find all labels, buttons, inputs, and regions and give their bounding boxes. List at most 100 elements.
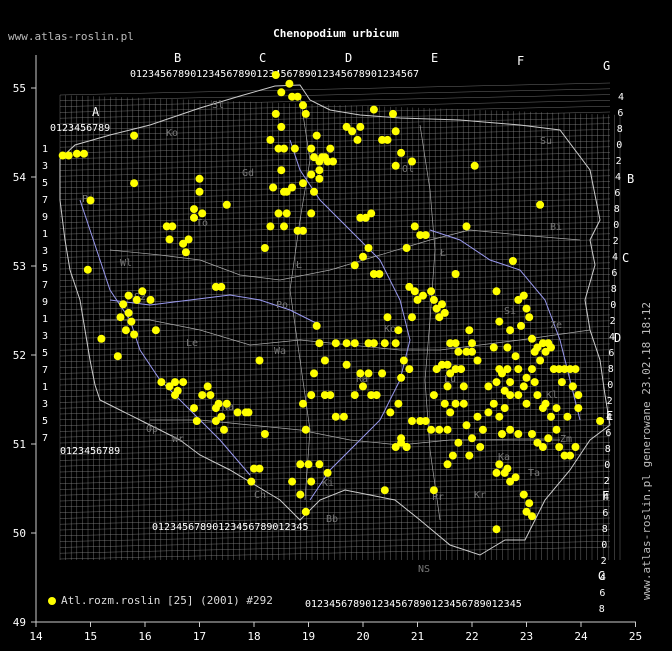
occurrence-point <box>448 451 457 460</box>
occurrence-point <box>116 313 125 322</box>
grid-line-h <box>59 436 611 449</box>
voivodeship-line-5 <box>419 124 441 521</box>
region-label: Wa <box>274 346 286 357</box>
grid-line-h <box>59 216 611 229</box>
occurrence-point <box>310 187 318 196</box>
occurrence-point <box>443 460 452 469</box>
voivodeship-line-4 <box>289 94 311 501</box>
occurrence-point <box>498 430 506 438</box>
occurrence-point <box>397 434 406 443</box>
grid-line-h <box>59 425 611 438</box>
occurrence-point <box>563 412 572 421</box>
occurrence-point <box>451 399 460 408</box>
occurrence-point <box>492 378 501 387</box>
region-label: Ł <box>439 248 446 259</box>
occurrence-point <box>478 425 487 434</box>
occurrence-point <box>271 71 280 79</box>
grid-digit: 3 <box>42 331 48 342</box>
region-label: Ze <box>550 320 562 331</box>
grid-line-h <box>59 181 611 194</box>
grid-digit: 7 <box>42 280 48 291</box>
occurrence-point <box>468 347 476 356</box>
grid-digit: 6 <box>617 108 623 119</box>
occurrence-point <box>435 425 444 434</box>
grid-digit: 6 <box>614 188 620 199</box>
occurrence-point <box>222 399 231 408</box>
occurrence-point <box>495 460 504 469</box>
occurrence-point <box>503 464 512 473</box>
occurrence-point <box>364 244 373 252</box>
occurrence-point <box>465 326 474 335</box>
region-label: Sl <box>212 100 224 111</box>
region-label: Wl <box>120 258 132 269</box>
grid-line-h <box>59 442 611 455</box>
region-label: Le <box>186 338 198 349</box>
occurrence-point <box>547 412 555 421</box>
occurrence-point <box>277 88 286 97</box>
occurrence-point <box>299 226 307 235</box>
occurrence-point <box>190 213 198 222</box>
occurrence-point <box>211 417 220 425</box>
occurrence-point <box>285 79 294 88</box>
occurrence-point <box>318 153 327 162</box>
occurrence-point <box>350 391 359 400</box>
grid-digit: 6 <box>599 588 605 599</box>
occurrence-point <box>514 365 523 374</box>
occurrence-point <box>506 425 515 434</box>
occurrence-point <box>470 161 479 170</box>
occurrence-point <box>307 170 316 179</box>
occurrence-point <box>350 261 359 270</box>
occurrence-point <box>489 343 498 352</box>
grid-digit: 6 <box>608 348 614 359</box>
occurrence-point <box>514 391 523 400</box>
occurrence-point <box>301 507 310 516</box>
grid-digit: 1 <box>42 382 48 393</box>
occurrence-point <box>233 408 242 417</box>
y-tick-label: 52 <box>13 349 26 362</box>
occurrence-point <box>198 209 207 218</box>
region-label: Ko <box>166 128 178 139</box>
occurrence-point <box>473 356 482 365</box>
region-label: Op <box>146 424 158 435</box>
occurrence-point <box>421 417 430 425</box>
occurrence-point <box>293 92 302 101</box>
occurrence-point <box>519 490 528 499</box>
occurrence-point <box>367 209 376 218</box>
grid-digit: 6 <box>605 428 611 439</box>
grid-digit: 0 <box>616 140 622 151</box>
region-label: Kr <box>474 490 486 501</box>
digit-row: 0123456789 <box>50 123 110 134</box>
occurrence-point <box>383 313 392 322</box>
occurrence-point <box>506 391 515 400</box>
occurrence-point <box>271 109 280 118</box>
occurrence-point <box>124 291 133 300</box>
grid-digit: 7 <box>42 433 48 444</box>
occurrence-point <box>506 378 515 387</box>
occurrence-point <box>168 222 177 231</box>
grid-line-h <box>59 129 611 142</box>
occurrence-point <box>429 295 438 304</box>
region-label: Su <box>540 136 552 147</box>
occurrence-point <box>391 127 400 136</box>
occurrence-point <box>522 399 531 408</box>
occurrence-point <box>547 343 555 352</box>
legend: Atl.rozm.roslin [25] (2001) #292 <box>48 594 273 607</box>
occurrence-point <box>83 265 92 274</box>
grid-line-h <box>59 140 611 154</box>
grid-line-h <box>59 320 611 333</box>
grid-letter: C <box>622 251 629 265</box>
occurrence-point <box>544 434 553 443</box>
x-tick-label: 14 <box>29 630 43 643</box>
occurrence-point <box>138 287 147 296</box>
occurrence-point <box>315 174 324 183</box>
grid-digit: 4 <box>603 492 609 503</box>
occurrence-point <box>391 161 400 170</box>
occurrence-point <box>557 378 566 387</box>
occurrence-point <box>329 157 337 166</box>
occurrence-point <box>72 149 81 158</box>
occurrence-point <box>429 486 438 495</box>
occurrence-point <box>536 200 545 209</box>
grid-digit: 6 <box>611 268 617 279</box>
occurrence-point <box>121 326 130 335</box>
occurrence-point <box>533 391 542 400</box>
